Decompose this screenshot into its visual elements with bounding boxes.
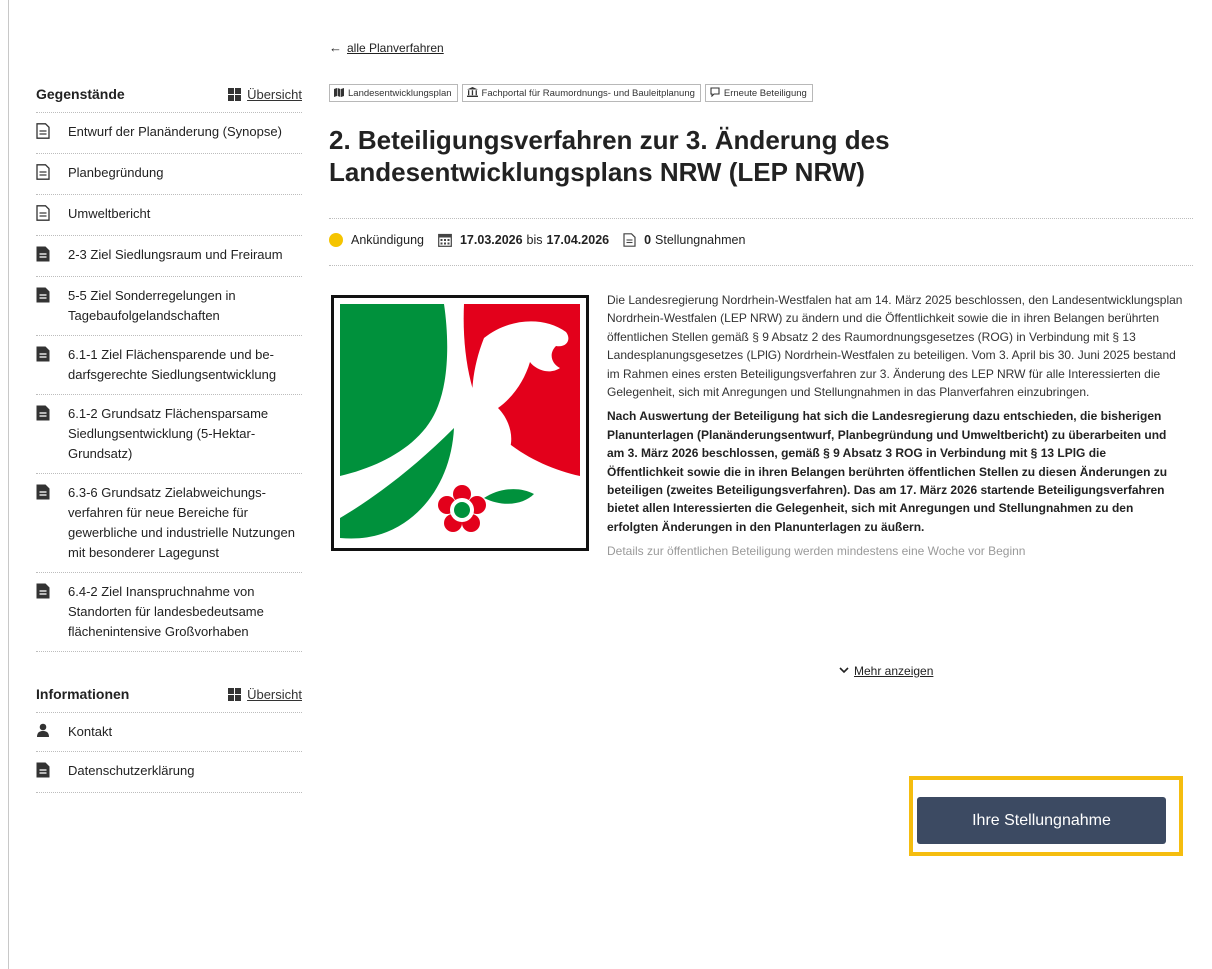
- objects-overview-label: Übersicht: [247, 86, 302, 102]
- back-to-all-procedures-link[interactable]: ← alle Planverfahren: [329, 40, 444, 55]
- objects-list: Entwurf der Planänderung (Synopse) Planbe…: [36, 113, 302, 652]
- document-outline-icon: [623, 233, 636, 247]
- document-outline-icon: [36, 205, 54, 226]
- info-list: Kontakt Datenschutzerklärung: [36, 713, 302, 793]
- statement-count-value: 0: [644, 233, 652, 247]
- status-dot-icon: [329, 233, 343, 247]
- document-filled-icon: [36, 762, 54, 783]
- document-filled-icon: [36, 484, 54, 505]
- document-filled-icon: [36, 246, 54, 267]
- comment-icon: [710, 87, 720, 99]
- sidebar-item[interactable]: 6.3-6 Grundsatz Zielabweichungs­verfahre…: [36, 474, 302, 573]
- sidebar-item[interactable]: Umweltbericht: [36, 195, 302, 236]
- calendar-icon: [438, 233, 452, 247]
- text-fade-overlay: [607, 630, 1185, 654]
- sidebar-item-label: Umweltbericht: [68, 206, 151, 221]
- document-filled-icon: [36, 287, 54, 308]
- sidebar-item[interactable]: 5-5 Ziel Sonderregelungen in Tagebaufolg…: [36, 277, 302, 336]
- sidebar-item-label: 5-5 Ziel Sonderregelungen in Tagebaufolg…: [68, 288, 236, 323]
- grid-icon: [228, 87, 242, 101]
- statement-count-label: Stellungnahmen: [655, 233, 746, 247]
- procedure-description: Die Landesregierung Nordrhein-Westfalen …: [607, 291, 1185, 567]
- description-paragraph-truncated: Details zur öffentlichen Beteiligung wer…: [607, 544, 1026, 559]
- submit-statement-button[interactable]: Ihre Stellungnahme: [917, 797, 1166, 844]
- sidebar-item[interactable]: 6.1-2 Grundsatz Flächensparsame Siedlung…: [36, 395, 302, 474]
- sidebar-item[interactable]: 2-3 Ziel Siedlungsraum und Freiraum: [36, 236, 302, 277]
- sidebar-item-label: Datenschutzerklärung: [68, 763, 195, 778]
- sidebar-item[interactable]: Kontakt: [36, 713, 302, 752]
- date-range: 17.03.2026 bis 17.04.2026: [438, 233, 609, 247]
- objects-overview-link[interactable]: Übersicht: [228, 87, 302, 102]
- document-filled-icon: [36, 346, 54, 367]
- sidebar-item-label: 6.4-2 Ziel Inanspruchnahme von Standorte…: [68, 584, 264, 639]
- sidebar-item-label: Kontakt: [68, 724, 113, 739]
- info-overview-label: Übersicht: [247, 686, 302, 702]
- tag-label: Fachportal für Raumordnungs- und Bauleit…: [481, 87, 695, 99]
- info-section: Informationen Übersicht Kontakt Datenschu…: [36, 680, 302, 793]
- sidebar-item-label: 6.1-1 Ziel Flächensparende und be­darfsg…: [68, 347, 277, 382]
- institution-icon: [466, 87, 478, 99]
- info-overview-link[interactable]: Übersicht: [228, 687, 302, 702]
- page-title: 2. Beteiligungsverfahren zur 3. Änderung…: [329, 125, 890, 187]
- sidebar-item-label: Planbegründung: [68, 165, 164, 180]
- status-label: Ankündigung: [351, 233, 424, 247]
- back-link-label: alle Planverfahren: [347, 40, 444, 55]
- sidebar-item-label: 6.3-6 Grundsatz Zielabweichungs­verfahre…: [68, 485, 295, 560]
- show-more-label: Mehr anzeigen: [854, 664, 934, 678]
- sidebar-item-label: Entwurf der Planänderung (Synopse): [68, 124, 282, 139]
- sidebar-item[interactable]: Entwurf der Planänderung (Synopse): [36, 113, 302, 154]
- tag-fachportal[interactable]: Fachportal für Raumordnungs- und Bauleit…: [461, 84, 701, 102]
- procedure-meta: Ankündigung 17.03.2026 bis 17.04.2026 0 …: [329, 233, 759, 247]
- document-filled-icon: [36, 405, 54, 426]
- chevron-down-icon: [839, 665, 849, 677]
- grid-icon: [228, 687, 242, 701]
- tag-label: Landesentwicklungsplan: [348, 87, 452, 99]
- arrow-left-icon: ←: [329, 40, 342, 55]
- tag-list: Landesentwicklungsplan Fachportal für Ra…: [329, 84, 813, 102]
- tag-landesentwicklungsplan[interactable]: Landesentwicklungsplan: [329, 84, 458, 102]
- description-paragraph: Nach Auswertung der Beteiligung hat sich…: [607, 409, 1168, 534]
- tag-erneute-beteiligung[interactable]: Erneute Beteiligung: [704, 84, 813, 102]
- info-header: Informationen Übersicht: [36, 680, 302, 713]
- show-more-link[interactable]: Mehr anzeigen: [839, 664, 933, 678]
- date-to: 17.04.2026: [546, 233, 610, 247]
- description-paragraph: Die Landesregierung Nordrhein-Westfalen …: [607, 293, 1183, 400]
- document-outline-icon: [36, 123, 54, 144]
- objects-title: Gegenstände: [36, 86, 125, 102]
- info-title: Informationen: [36, 686, 130, 702]
- sidebar-item[interactable]: 6.1-1 Ziel Flächensparende und be­darfsg…: [36, 336, 302, 395]
- date-separator: bis: [526, 233, 543, 247]
- sidebar-item[interactable]: Planbegründung: [36, 154, 302, 195]
- sidebar-item-label: 2-3 Ziel Siedlungsraum und Freiraum: [68, 247, 283, 262]
- tag-label: Erneute Beteiligung: [723, 87, 807, 99]
- map-icon: [334, 87, 344, 99]
- document-outline-icon: [36, 164, 54, 185]
- date-from: 17.03.2026: [459, 233, 523, 247]
- divider: [329, 265, 1193, 266]
- page-left-border: [8, 0, 9, 969]
- divider: [329, 218, 1193, 219]
- sidebar: Gegenstände Übersicht Entwurf der Planän…: [36, 80, 302, 793]
- sidebar-item[interactable]: 6.4-2 Ziel Inanspruchnahme von Standorte…: [36, 573, 302, 652]
- nrw-coat-of-arms-logo: [331, 295, 589, 551]
- statement-count: 0 Stellungnahmen: [623, 233, 745, 247]
- sidebar-item[interactable]: Datenschutzerklärung: [36, 752, 302, 793]
- status-badge: Ankündigung: [329, 233, 424, 247]
- document-filled-icon: [36, 583, 54, 604]
- person-icon: [36, 723, 54, 742]
- objects-header: Gegenstände Übersicht: [36, 80, 302, 113]
- sidebar-item-label: 6.1-2 Grundsatz Flächensparsame Siedlung…: [68, 406, 269, 461]
